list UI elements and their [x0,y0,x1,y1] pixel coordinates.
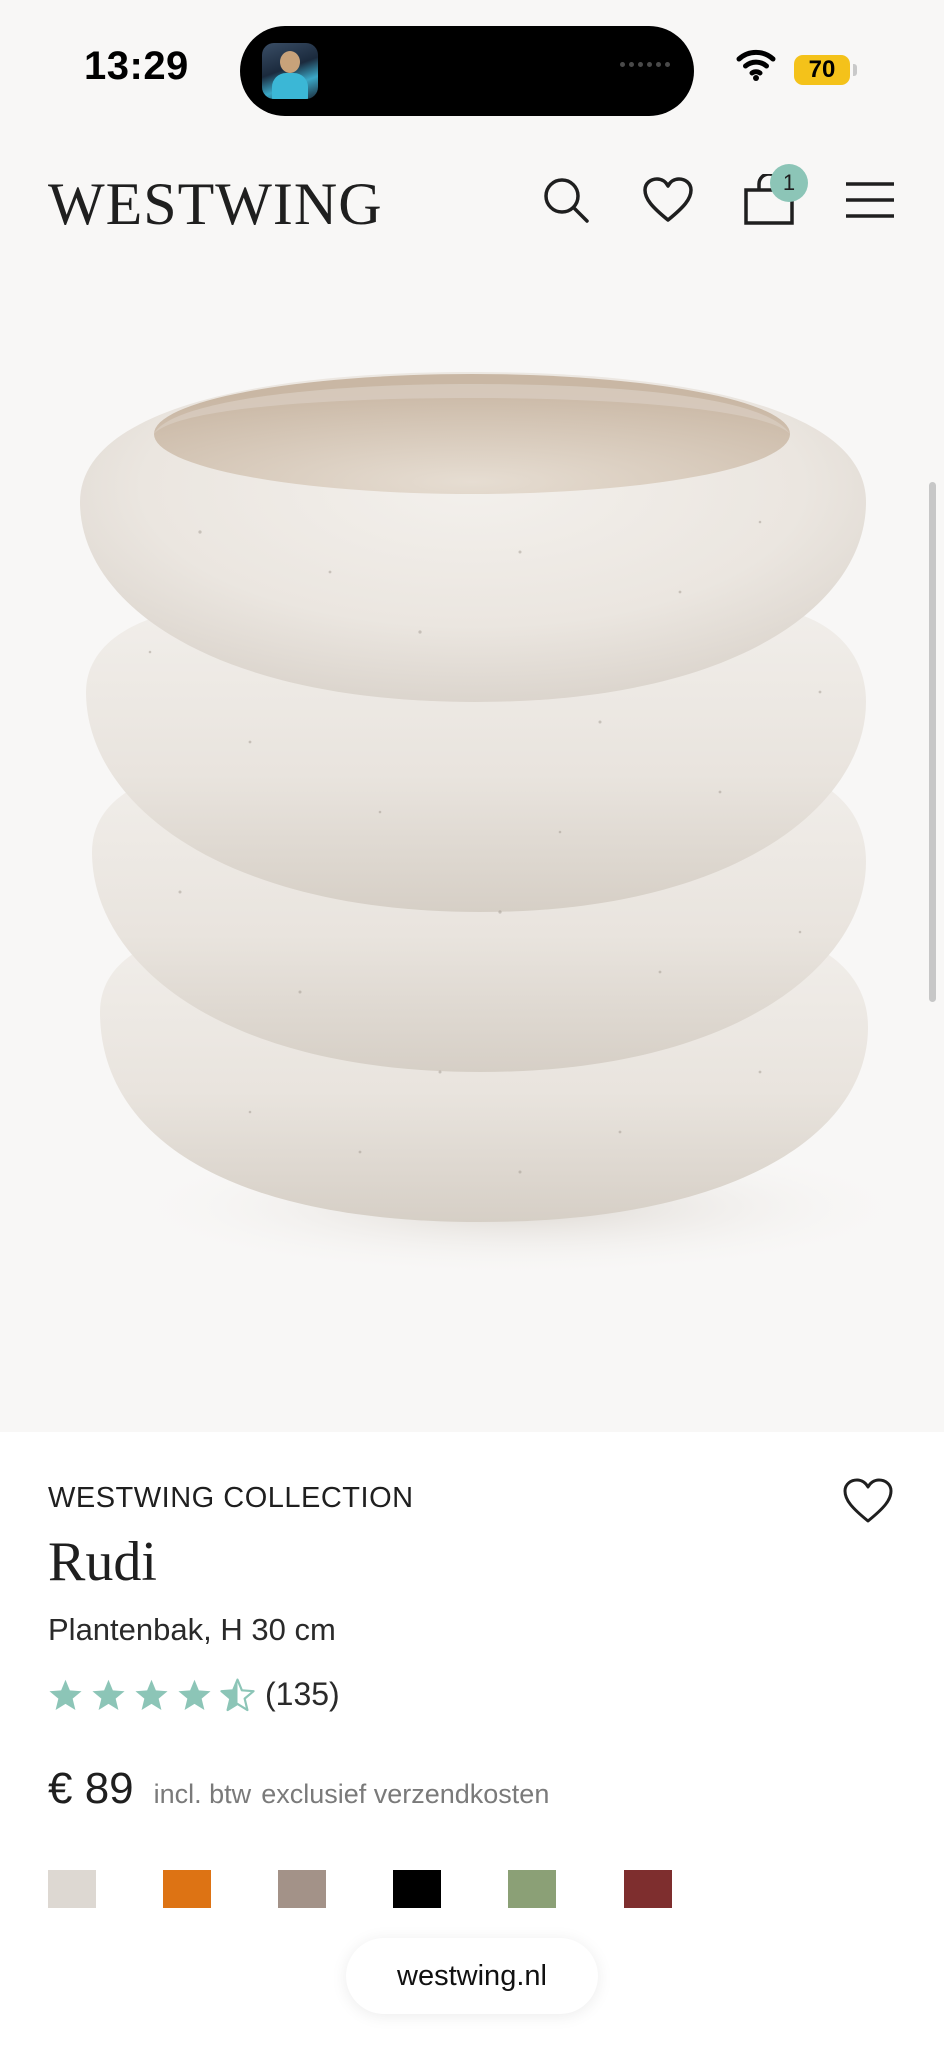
audio-indicator [620,62,670,67]
product-price: € 89 [48,1764,134,1813]
site-header: WESTWING 1 [0,130,944,272]
star-icon [178,1679,211,1710]
review-count[interactable]: (135) [265,1676,340,1713]
color-swatch-red[interactable] [624,1870,672,1908]
color-swatch-green[interactable] [508,1870,556,1908]
battery-tip [853,64,857,76]
wishlist-heart-icon[interactable] [842,1478,898,1530]
price-row: € 89 incl. btw exclusief verzendkosten [48,1764,549,1814]
wifi-icon [736,49,776,81]
battery-level: 70 [808,56,836,83]
product-title: Rudi [48,1531,157,1593]
status-time: 13:29 [84,44,189,88]
heart-icon[interactable] [640,172,696,228]
product-gallery[interactable] [0,272,944,1432]
page-scrollbar[interactable] [929,482,936,1002]
product-info: WESTWING COLLECTION Rudi Plantenbak, H 3… [0,1432,944,2048]
star-icon [135,1679,168,1710]
color-swatch-taupe[interactable] [278,1870,326,1908]
star-icon [92,1679,125,1710]
color-swatch-orange[interactable] [163,1870,211,1908]
battery-icon: 70 [794,55,850,85]
media-thumbnail [262,43,318,99]
dynamic-island[interactable] [240,26,694,116]
browser-url-bar[interactable]: westwing.nl [346,1938,598,2014]
search-icon[interactable] [538,172,594,228]
cart-count-badge: 1 [770,164,808,202]
vat-note: incl. btw [153,1779,252,1809]
half-star-icon [220,1678,255,1711]
star-icon [49,1679,82,1710]
westwing-logo[interactable]: WESTWING [48,170,383,239]
product-brand[interactable]: WESTWING COLLECTION [48,1482,414,1515]
menu-icon[interactable] [842,172,898,228]
status-bar: 13:29 70 [0,0,944,130]
product-rating[interactable]: (135) [48,1676,340,1713]
color-swatch-black[interactable] [393,1870,441,1908]
product-subtitle: Plantenbak, H 30 cm [48,1612,336,1647]
plant-pot-image[interactable] [0,272,944,1432]
color-swatch-cream[interactable] [48,1870,96,1908]
shipping-note-link[interactable]: exclusief verzendkosten [261,1779,549,1810]
color-swatches [48,1870,928,1910]
